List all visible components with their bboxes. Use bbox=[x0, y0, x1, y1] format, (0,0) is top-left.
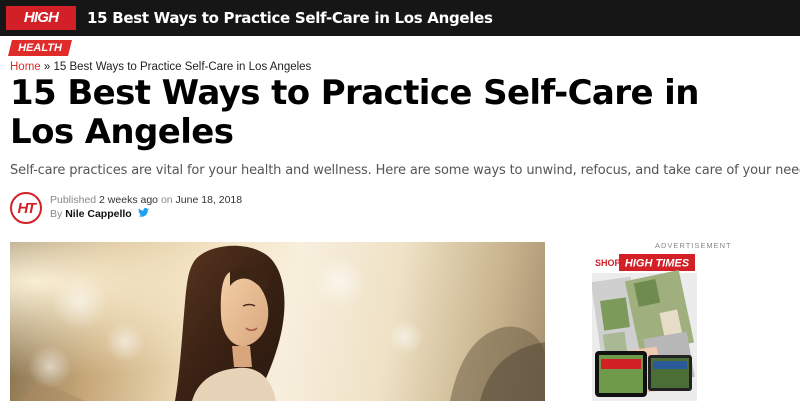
published-prefix: Published bbox=[50, 194, 97, 206]
breadcrumb-current: 15 Best Ways to Practice Self-Care in Lo… bbox=[53, 61, 312, 73]
site-logo[interactable]: HIGH TIMES bbox=[6, 6, 76, 50]
twitter-icon[interactable] bbox=[137, 208, 149, 220]
author-name-link[interactable]: Nile Cappello bbox=[65, 208, 132, 220]
ad-shop-text: SHOP bbox=[595, 258, 621, 268]
bar-article-title: 15 Best Ways to Practice Self-Care in Lo… bbox=[87, 9, 493, 27]
published-date: June 18, 2018 bbox=[175, 194, 243, 206]
shop-ad-banner[interactable]: SHOP HIGH TIMES bbox=[592, 251, 697, 401]
article-headline: 15 Best Ways to Practice Self-Care in Lo… bbox=[10, 73, 699, 152]
byline: By Nile Cappello bbox=[50, 208, 149, 220]
hero-photo-woman bbox=[10, 242, 545, 401]
category-badge[interactable]: HEALTH bbox=[8, 40, 72, 56]
breadcrumb: Home » 15 Best Ways to Practice Self-Car… bbox=[10, 61, 311, 73]
category-label: HEALTH bbox=[18, 42, 62, 54]
magazine-ad-graphic: SHOP HIGH TIMES bbox=[592, 251, 697, 401]
ad-brand-text: HIGH TIMES bbox=[625, 258, 690, 270]
top-bar: HIGH TIMES 15 Best Ways to Practice Self… bbox=[0, 0, 800, 50]
breadcrumb-separator: » bbox=[43, 61, 51, 73]
by-prefix: By bbox=[50, 208, 63, 220]
published-on: on bbox=[160, 194, 173, 206]
advertisement-label: ADVERTISEMENT bbox=[655, 241, 732, 250]
article-dek: Self-care practices are vital for your h… bbox=[10, 163, 800, 178]
published-relative: 2 weeks ago bbox=[99, 194, 159, 206]
avatar-initials: HT bbox=[17, 199, 37, 217]
breadcrumb-home-link[interactable]: Home bbox=[10, 61, 41, 73]
author-avatar[interactable]: HT bbox=[10, 192, 42, 224]
hero-image bbox=[10, 242, 545, 401]
publish-info: Published 2 weeks ago on June 18, 2018 bbox=[50, 194, 242, 206]
